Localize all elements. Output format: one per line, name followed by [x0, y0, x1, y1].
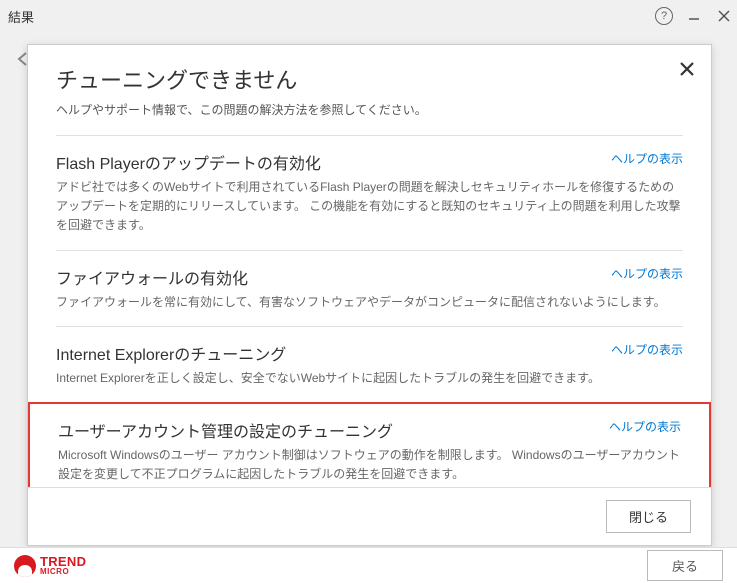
item-title: Internet Explorerのチューニング — [56, 341, 286, 365]
help-link[interactable]: ヘルプの表示 — [611, 341, 683, 358]
tuning-item: ファイアウォールの有効化 ヘルプの表示 ファイアウォールを常に有効にして、有害な… — [56, 250, 683, 326]
dialog-header: チューニングできません ヘルプやサポート情報で、この問題の解決方法を参照してくだ… — [28, 45, 711, 135]
item-description: ファイアウォールを常に有効にして、有害なソフトウェアやデータがコンピュータに配信… — [56, 293, 683, 312]
bottom-bar: TREND MICRO 戻る — [0, 547, 737, 583]
back-button[interactable]: 戻る — [647, 550, 723, 581]
parent-window-title: 結果 — [8, 7, 34, 26]
brand-logo: TREND MICRO — [14, 555, 86, 577]
dialog-title: チューニングできません — [56, 63, 683, 95]
tuning-item: Flash Playerのアップデートの有効化 ヘルプの表示 アドビ社では多くの… — [56, 135, 683, 250]
dialog-body: Flash Playerのアップデートの有効化 ヘルプの表示 アドビ社では多くの… — [28, 135, 711, 487]
item-title: ファイアウォールの有効化 — [56, 265, 248, 289]
minimize-button[interactable] — [685, 7, 703, 25]
close-window-button[interactable] — [715, 7, 733, 25]
parent-title-bar: 結果 ? — [0, 0, 737, 32]
item-description: アドビ社では多くのWebサイトで利用されているFlash Playerの問題を解… — [56, 178, 683, 236]
trend-micro-icon — [14, 555, 36, 577]
dialog: チューニングできません ヘルプやサポート情報で、この問題の解決方法を参照してくだ… — [27, 44, 712, 546]
dialog-subtitle: ヘルプやサポート情報で、この問題の解決方法を参照してください。 — [56, 101, 683, 119]
help-link[interactable]: ヘルプの表示 — [611, 150, 683, 167]
help-link[interactable]: ヘルプの表示 — [609, 418, 681, 435]
dialog-footer: 閉じる — [28, 487, 711, 545]
close-icon[interactable] — [675, 57, 699, 81]
item-description: Internet Explorerを正しく設定し、安全でないWebサイトに起因し… — [56, 369, 683, 388]
item-title: Flash Playerのアップデートの有効化 — [56, 150, 321, 174]
help-icon[interactable]: ? — [655, 7, 673, 25]
tuning-item: Internet Explorerのチューニング ヘルプの表示 Internet… — [56, 326, 683, 402]
brand-text: TREND MICRO — [40, 555, 86, 576]
help-link[interactable]: ヘルプの表示 — [611, 265, 683, 282]
close-button[interactable]: 閉じる — [606, 500, 691, 533]
item-description: Microsoft Windowsのユーザー アカウント制御はソフトウェアの動作… — [58, 446, 681, 484]
item-title: ユーザーアカウント管理の設定のチューニング — [58, 418, 393, 442]
tuning-item-highlighted: ユーザーアカウント管理の設定のチューニング ヘルプの表示 Microsoft W… — [28, 402, 711, 487]
